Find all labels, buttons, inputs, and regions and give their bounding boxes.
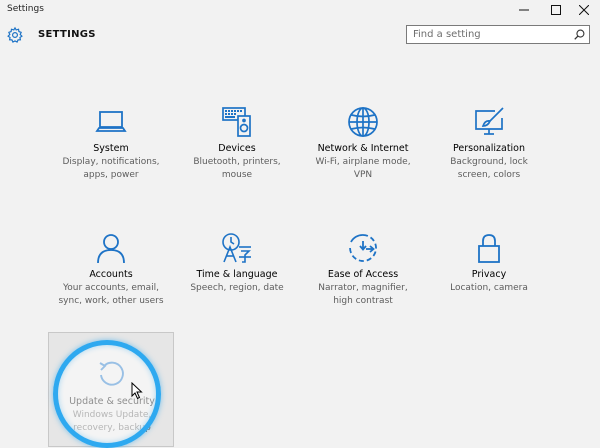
tile-description: Your accounts, email, sync, work, other … [58,283,164,306]
tile-description: Location, camera [450,283,528,293]
tile-name: Accounts [89,269,133,280]
globe-icon [347,106,379,138]
tile-network-internet[interactable]: Network & Internet Wi-Fi, airplane mode,… [300,106,426,216]
tile-update-security[interactable]: Update & security Windows Update, recove… [48,332,174,447]
keyboard-speaker-icon [221,106,253,138]
tile-name: Network & Internet [317,143,409,154]
tile-ease-of-access[interactable]: Ease of Access Narrator, magnifier, high… [300,232,426,342]
close-icon [579,5,589,15]
tile-name: System [93,143,129,154]
close-button[interactable] [568,0,600,20]
tile-name: Privacy [471,269,507,280]
tile-privacy[interactable]: Privacy Location, camera [426,232,552,342]
tile-description: Bluetooth, printers, mouse [193,157,281,180]
laptop-icon [95,106,127,138]
maximize-icon [551,5,561,15]
minimize-icon [519,9,529,11]
title-bar: Settings [0,0,600,20]
tile-time-language[interactable]: Time & language Speech, region, date [174,232,300,342]
search-input[interactable] [407,26,573,43]
tile-description: Windows Update, recovery, backup [72,410,152,433]
tile-description: Speech, region, date [190,283,284,293]
window-title: Settings [7,4,44,14]
tile-description: Wi-Fi, airplane mode, VPN [315,157,411,180]
tile-system[interactable]: System Display, notifications, apps, pow… [48,106,174,216]
tile-description: Display, notifications, apps, power [62,157,160,180]
lock-icon [473,232,505,264]
tile-description: Narrator, magnifier, high contrast [318,283,408,306]
tile-name: Ease of Access [327,269,399,280]
tile-accounts[interactable]: Accounts Your accounts, email, sync, wor… [48,232,174,342]
tile-name: Devices [218,143,256,154]
search-icon[interactable] [574,29,585,40]
tile-devices[interactable]: Devices Bluetooth, printers, mouse [174,106,300,216]
page-title: SETTINGS [38,29,96,40]
tile-name: Personalization [452,143,526,154]
tile-name: Time & language [196,269,278,280]
time-language-icon [221,232,253,264]
gear-icon [6,26,24,44]
mouse-cursor-icon [131,382,143,400]
paint-monitor-icon [473,106,505,138]
minimize-button[interactable] [508,0,540,20]
person-icon [95,232,127,264]
search-box[interactable] [406,25,590,44]
tile-description: Background, lock screen, colors [450,157,528,180]
tile-name: Update & security [69,396,155,407]
tile-personalization[interactable]: Personalization Background, lock screen,… [426,106,552,216]
ease-of-access-icon [347,232,379,264]
refresh-icon [96,358,128,390]
